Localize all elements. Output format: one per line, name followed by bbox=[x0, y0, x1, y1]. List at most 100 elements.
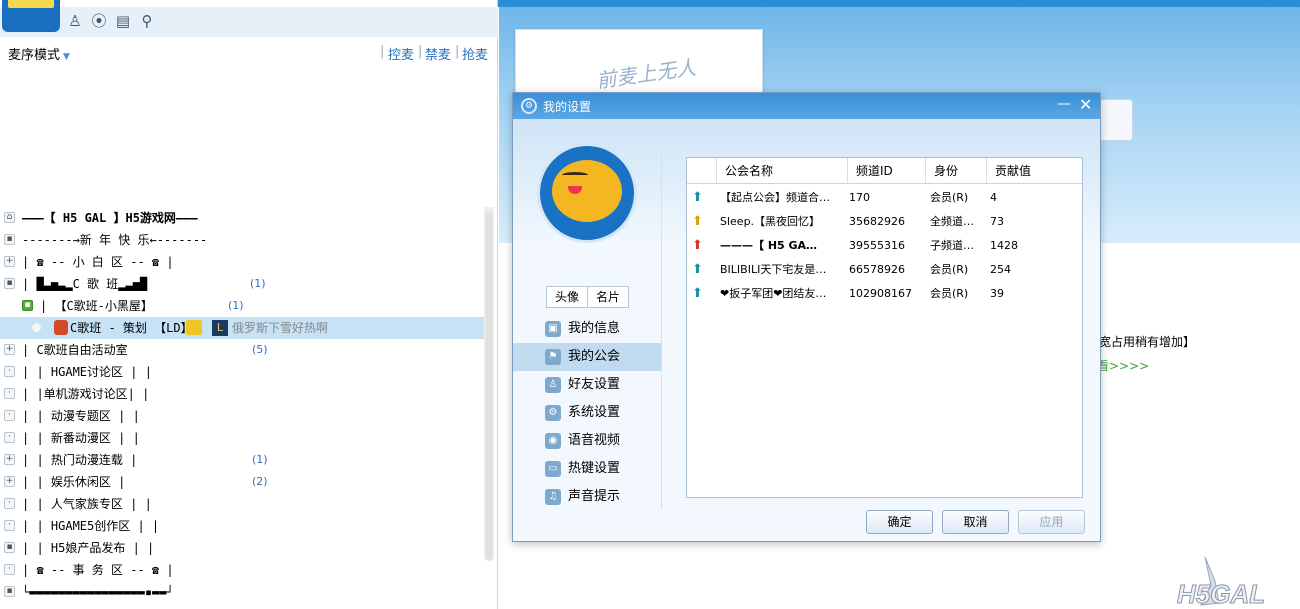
camera-icon: ◉ bbox=[545, 433, 561, 449]
dot-icon: · bbox=[4, 366, 15, 377]
tree-row[interactable]: · | | 人气家族专区 | | bbox=[0, 493, 484, 515]
channel-name: | | 娱乐休闲区 | bbox=[22, 475, 126, 489]
settings-dialog: ⚙ 我的设置 — ✕ 头像 名片 ▣ 我的信息 ⚑ 我的公会 ♙ 好友设置 ⚙ 系统设置… bbox=[512, 92, 1101, 542]
ok-button[interactable]: 确定 bbox=[866, 510, 933, 534]
guild-name-cell: Sleep.【黑夜回忆】 bbox=[720, 215, 821, 228]
mic-status-text: 前麦上无人 bbox=[595, 55, 698, 93]
tree-row[interactable]: ▪ └▬▬▬▬▬▬▬▬▬▬▬▬▬▬▬▬▪▬▬┘ bbox=[0, 581, 484, 603]
expand-icon[interactable]: + bbox=[4, 256, 15, 267]
tree-row[interactable]: + | | 娱乐休闲区 | (2) bbox=[0, 471, 484, 493]
nav-item-hotkeys[interactable]: ▭ 热键设置 bbox=[513, 455, 661, 483]
role-cell: 会员(R) bbox=[930, 287, 969, 300]
gear-icon: ⚙ bbox=[521, 98, 537, 114]
nav-label: 好友设置 bbox=[568, 377, 621, 392]
member-count: (1) bbox=[250, 277, 266, 290]
column-header-role[interactable]: 身份 bbox=[925, 158, 986, 184]
user-badge-icon bbox=[54, 320, 68, 335]
table-row[interactable]: ⬆ Sleep.【黑夜回忆】 35682926 全频道… 73 bbox=[687, 210, 1082, 234]
mode-label: 麦序模式 bbox=[8, 48, 61, 63]
nav-item-friend-settings[interactable]: ♙ 好友设置 bbox=[513, 371, 661, 399]
tree-row[interactable]: · | | HGAME5创作区 | | bbox=[0, 515, 484, 537]
lock-icon: ▪ bbox=[4, 278, 15, 289]
nav-item-voice-video[interactable]: ◉ 语音视频 bbox=[513, 427, 661, 455]
tree-row[interactable]: · | |单机游戏讨论区| | bbox=[0, 383, 484, 405]
expand-icon[interactable]: + bbox=[4, 344, 15, 355]
table-row[interactable]: ⬆ ❤扳子军团❤团结友… 102908167 会员(R) 39 bbox=[687, 282, 1082, 306]
column-header-channel-id[interactable]: 频道ID bbox=[847, 158, 925, 184]
tree-row[interactable]: + | C歌班自由活动室 (5) bbox=[0, 339, 484, 361]
table-row[interactable]: ⬆ BILIBILI天下宅友是… 66578926 会员(R) 254 bbox=[687, 258, 1082, 282]
mode-dropdown[interactable]: 麦序模式 ▼ bbox=[8, 44, 70, 63]
location-icon[interactable]: ⦿ bbox=[90, 12, 108, 30]
card-tab[interactable]: 名片 bbox=[587, 286, 629, 308]
member-count: (2) bbox=[252, 475, 268, 488]
guild-name-cell: BILIBILI天下宅友是… bbox=[720, 263, 827, 276]
tree-row[interactable]: + | ☎ -- 小 白 区 -- ☎ | bbox=[0, 251, 484, 273]
nav-item-system-settings[interactable]: ⚙ 系统设置 bbox=[513, 399, 661, 427]
users-icon[interactable]: ♙ bbox=[66, 12, 84, 30]
nav-item-my-info[interactable]: ▣ 我的信息 bbox=[513, 315, 661, 343]
guild-name-cell: ❤扳子军团❤团结友… bbox=[720, 287, 827, 300]
tree-row[interactable]: + | | 热门动漫连载 | (1) bbox=[0, 449, 484, 471]
tree-row-user-selected[interactable]: C歌班 - 策划 【LD】 L 俄罗斯下雪好热啊 bbox=[0, 317, 484, 339]
scrollbar-thumb[interactable] bbox=[485, 211, 493, 561]
table-row[interactable]: ⬆ 【起点公会】频道合… 170 会员(R) 4 bbox=[687, 186, 1082, 210]
home-icon[interactable]: ⌂ bbox=[4, 212, 15, 223]
dot-icon: · bbox=[4, 520, 15, 531]
close-icon[interactable]: ✕ bbox=[1079, 95, 1092, 114]
tree-row[interactable]: · | | 新番动漫区 | | bbox=[0, 427, 484, 449]
minimize-icon[interactable]: — bbox=[1057, 96, 1071, 112]
tree-row[interactable]: ▪ | 【C歌班-小黑屋】 (1) bbox=[0, 295, 484, 317]
expand-icon[interactable]: + bbox=[4, 476, 15, 487]
tree-row[interactable]: · | | HGAME讨论区 | | bbox=[0, 361, 484, 383]
mic-grab-link[interactable]: 抢麦 bbox=[462, 44, 488, 63]
friends-icon: ♙ bbox=[545, 377, 561, 393]
notice-link[interactable]: 看>>>> bbox=[1097, 357, 1149, 374]
role-cell: 全频道… bbox=[930, 215, 974, 228]
chevron-down-icon: ▼ bbox=[63, 52, 70, 62]
avatar[interactable] bbox=[537, 143, 637, 243]
member-count: (1) bbox=[228, 299, 244, 312]
search-icon[interactable]: ⚲ bbox=[138, 12, 156, 30]
channel-name: | 【C歌班-小黑屋】 bbox=[40, 299, 153, 313]
tree-scrollbar[interactable] bbox=[484, 207, 494, 561]
green-lock-icon: ▪ bbox=[22, 300, 33, 311]
guild-name-cell: ———【 H5 GA… bbox=[720, 239, 818, 252]
table-row[interactable]: ⬆ ———【 H5 GA… 39555316 子频道… 1428 bbox=[687, 234, 1082, 258]
cancel-button[interactable]: 取消 bbox=[942, 510, 1009, 534]
document-icon[interactable]: ▤ bbox=[114, 12, 132, 30]
dialog-body: 头像 名片 ▣ 我的信息 ⚑ 我的公会 ♙ 好友设置 ⚙ 系统设置 ◉ 语音视频 ▭ 热键设… bbox=[513, 119, 1100, 541]
tree-row[interactable]: · | | 动漫专题区 | | bbox=[0, 405, 484, 427]
tree-row[interactable]: ▪ -------→新 年 快 乐←------- bbox=[0, 229, 484, 251]
status-dot-icon bbox=[32, 323, 41, 332]
tree-row[interactable]: ▪ | █▃▅▃▂C 歌 班▂▃▅█ (1) bbox=[0, 273, 484, 295]
role-cell: 会员(R) bbox=[930, 191, 969, 204]
apply-button[interactable]: 应用 bbox=[1018, 510, 1085, 534]
keyboard-icon: ▭ bbox=[545, 461, 561, 477]
nav-item-sound-alerts[interactable]: ♫ 声音提示 bbox=[513, 483, 661, 511]
nav-label: 声音提示 bbox=[568, 489, 621, 504]
role-cell: 子频道… bbox=[930, 239, 974, 252]
channel-name: | ☎ -- 小 白 区 -- ☎ | bbox=[22, 255, 174, 269]
mic-control-link[interactable]: 控麦 bbox=[388, 44, 414, 63]
avatar-tab[interactable]: 头像 bbox=[546, 286, 588, 308]
dialog-titlebar[interactable]: ⚙ 我的设置 — ✕ bbox=[513, 93, 1100, 119]
contribution-cell: 4 bbox=[990, 191, 997, 204]
h5gal-logo: H5GAL bbox=[1177, 556, 1266, 609]
column-header-guild-name[interactable]: 公会名称 bbox=[716, 158, 847, 184]
game-badge-icon: L bbox=[212, 320, 228, 336]
tree-row-root[interactable]: ⌂ ———【 H5 GAL 】H5游戏网——— bbox=[0, 207, 484, 229]
tree-row[interactable]: ▪ | | H5娘产品发布 | | bbox=[0, 537, 484, 559]
channel-name: | | 新番动漫区 | | bbox=[22, 431, 140, 445]
channel-id-cell: 102908167 bbox=[849, 287, 912, 300]
nav-label: 热键设置 bbox=[568, 461, 621, 476]
channel-logo[interactable] bbox=[2, 0, 60, 32]
expand-icon[interactable]: + bbox=[4, 454, 15, 465]
nav-item-my-guild[interactable]: ⚑ 我的公会 bbox=[513, 343, 661, 371]
dot-icon: · bbox=[4, 498, 15, 509]
mic-ban-link[interactable]: 禁麦 bbox=[425, 44, 451, 63]
nav-label: 系统设置 bbox=[568, 405, 621, 420]
tree-row[interactable]: · | ☎ -- 事 务 区 -- ☎ | bbox=[0, 559, 484, 581]
divider: | bbox=[455, 44, 460, 59]
column-header-contribution[interactable]: 贡献值 bbox=[986, 158, 1082, 184]
